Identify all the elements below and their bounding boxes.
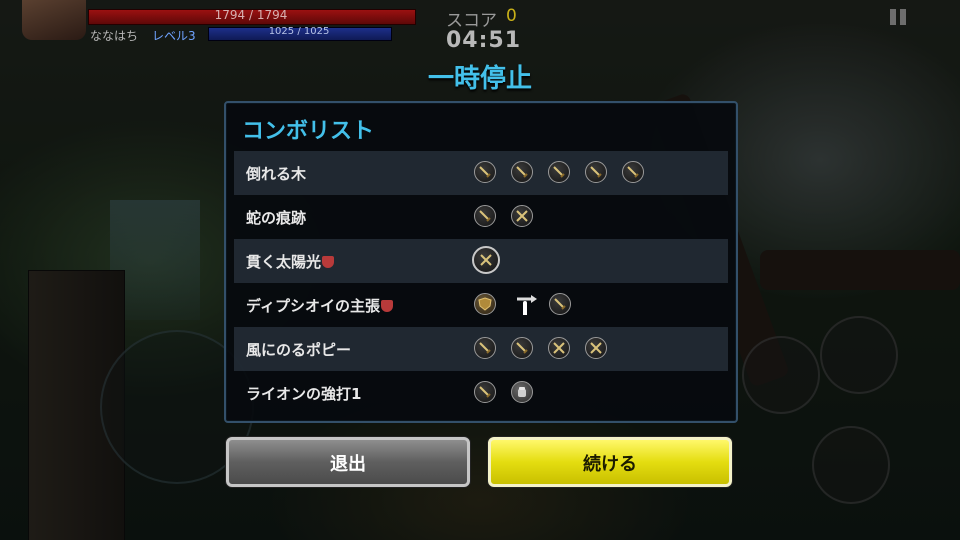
exit-button[interactable]: 退出 <box>226 437 470 487</box>
hp-text: 1794 / 1794 <box>214 8 288 22</box>
sword-icon <box>474 205 496 227</box>
combo-name-text: 蛇の痕跡 <box>246 209 307 227</box>
combo-name: ディプシオイの主張 <box>246 295 393 316</box>
combo-name: 蛇の痕跡 <box>246 207 306 228</box>
timer: 04:51 <box>446 28 522 53</box>
sword-icon <box>585 161 607 183</box>
combo-row: ディプシオイの主張 <box>234 283 728 327</box>
shield-icon <box>474 293 496 315</box>
sword-icon <box>474 381 496 403</box>
combo-name-text: 倒れる木 <box>246 165 307 183</box>
mp-text: 1025 / 1025 <box>268 26 330 37</box>
sword-icon <box>511 161 533 183</box>
continue-button[interactable]: 続ける <box>488 437 732 487</box>
combo-name-text: 風にのるポピー <box>246 341 352 359</box>
crossed-swords-icon <box>585 337 607 359</box>
special-shield-icon <box>322 256 335 268</box>
crossed-swords-icon <box>472 246 500 274</box>
player-avatar <box>22 0 86 40</box>
pause-title: 一時停止 <box>427 64 532 94</box>
sword-icon <box>548 161 570 183</box>
combo-list-title: コンボリスト <box>242 119 375 144</box>
combo-name: ライオンの強打1 <box>246 383 361 404</box>
swipe-gesture-icon <box>513 291 543 319</box>
combo-row: 風にのるポピー <box>234 327 728 371</box>
combo-name-text: ディプシオイの主張 <box>246 297 380 315</box>
sword-icon <box>474 161 496 183</box>
fist-icon <box>511 381 533 403</box>
crossed-swords-icon <box>511 205 533 227</box>
combo-row: 倒れる木 <box>234 151 728 195</box>
combo-row: ライオンの強打1 <box>234 371 728 415</box>
sword-icon <box>474 337 496 359</box>
combo-list-panel: コンボリスト 倒れる木蛇の痕跡貫く太陽光ディプシオイの主張 風にのるポピー ライオン… <box>224 101 738 423</box>
combo-row: 貫く太陽光 <box>234 239 728 283</box>
combo-row: 蛇の痕跡 <box>234 195 728 239</box>
combo-name: 風にのるポピー <box>246 339 351 360</box>
player-name: ななはち <box>90 29 139 43</box>
sword-icon <box>622 161 644 183</box>
sword-icon <box>511 337 533 359</box>
pause-icon[interactable] <box>888 7 908 27</box>
player-level: レベル3 <box>152 29 196 43</box>
combo-name-text: 貫く太陽光 <box>246 253 322 271</box>
crossed-swords-icon <box>548 337 570 359</box>
score-value: 0 <box>506 6 517 26</box>
combo-name: 貫く太陽光 <box>246 251 335 272</box>
special-shield-icon <box>380 300 393 312</box>
combo-name: 倒れる木 <box>246 163 306 184</box>
combo-name-text: ライオンの強打1 <box>246 385 362 403</box>
sword-icon <box>549 293 571 315</box>
combo-list: 倒れる木蛇の痕跡貫く太陽光ディプシオイの主張 風にのるポピー ライオンの強打1 <box>234 151 728 415</box>
